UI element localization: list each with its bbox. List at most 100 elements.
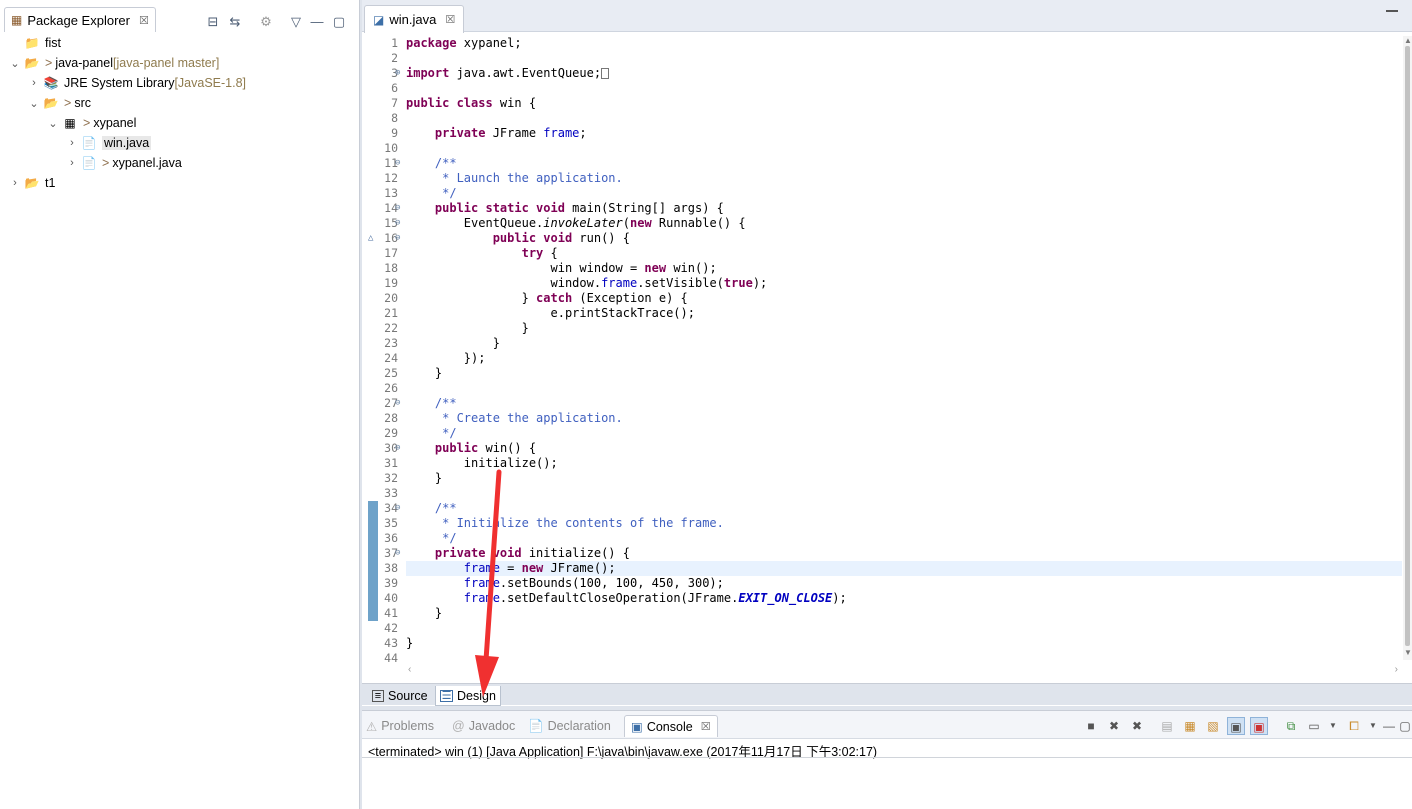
code-line[interactable]: 39 frame.setBounds(100, 100, 450, 300); [362, 576, 1402, 591]
code-line[interactable]: 14 ⊖ public static void main(String[] arg… [362, 201, 1402, 216]
maximize-icon[interactable]: ▢ [1396, 717, 1412, 735]
scroll-right-icon[interactable]: › [1395, 664, 1398, 675]
scroll-left-icon[interactable]: ‹ [408, 664, 411, 675]
code-line[interactable]: 11 ⊖ /** [362, 156, 1402, 171]
code-line[interactable]: 42 [362, 621, 1402, 636]
override-marker-icon[interactable]: △ [368, 231, 373, 246]
code-line[interactable]: 36 */ [362, 531, 1402, 546]
code-line[interactable]: 27 ⊖ /** [362, 396, 1402, 411]
horizontal-scrollbar[interactable]: ‹ › [406, 664, 1402, 678]
code-line[interactable]: 31 initialize(); [362, 456, 1402, 471]
pin-console-icon[interactable]: ⧉ [1282, 717, 1300, 735]
tree-item-win-java[interactable]: › 📄 win.java [8, 133, 358, 153]
collapse-fold-icon[interactable]: ⊖ [395, 396, 400, 411]
collapse-fold-icon[interactable]: ⊖ [395, 501, 400, 516]
tab-source[interactable]: ≡ Source [368, 686, 432, 706]
clear-console-icon[interactable]: ▤ [1158, 717, 1176, 735]
code-line[interactable]: 3 ⊕ import java.awt.EventQueue; [362, 66, 1402, 81]
code-line[interactable]: 9 private JFrame frame; [362, 126, 1402, 141]
tree-item-java-panel[interactable]: ⌄ 📂 > java-panel [java-panel master] [8, 53, 358, 73]
word-wrap-icon[interactable]: ▧ [1204, 717, 1222, 735]
tab-problems[interactable]: ⚠ Problems [366, 715, 434, 737]
tree-item-src[interactable]: ⌄ 📂 > src [8, 93, 358, 113]
tree-item-jre-system-library[interactable]: › 📚 JRE System Library [JavaSE-1.8] [8, 73, 358, 93]
tree-item-xypanel[interactable]: ⌄ ▦ > xypanel [8, 113, 358, 133]
code-line[interactable]: 12 * Launch the application. [362, 171, 1402, 186]
chevron-down-icon[interactable]: ▼ [1324, 717, 1342, 735]
code-editor[interactable]: 1 package xypanel; 2 3 ⊕ import java.awt.Even… [362, 36, 1402, 666]
show-on-stderr-icon[interactable]: ▣ [1250, 717, 1268, 735]
code-line[interactable]: 33 [362, 486, 1402, 501]
chevron-down-icon[interactable]: ⌄ [8, 57, 22, 70]
code-line[interactable]: △ 16 ⊖ public void run() { [362, 231, 1402, 246]
code-line[interactable]: 41 } [362, 606, 1402, 621]
code-line[interactable]: 22 } [362, 321, 1402, 336]
code-line[interactable]: 2 [362, 51, 1402, 66]
code-line[interactable]: 17 try { [362, 246, 1402, 261]
remove-launch-icon[interactable]: ✖ [1105, 717, 1123, 735]
code-line[interactable]: 40 frame.setDefaultCloseOperation(JFrame… [362, 591, 1402, 606]
minimize-icon[interactable] [1386, 10, 1398, 13]
tab-console[interactable]: ▣ Console ☒ [624, 715, 718, 737]
code-line[interactable]: 30 ⊖ public win() { [362, 441, 1402, 456]
maximize-icon[interactable]: ▢ [331, 14, 347, 30]
collapse-fold-icon[interactable]: ⊖ [395, 156, 400, 171]
tab-design[interactable]: ☰ Design [435, 686, 501, 706]
chevron-right-icon[interactable]: › [27, 77, 41, 89]
code-line[interactable]: 26 [362, 381, 1402, 396]
terminate-icon[interactable]: ■ [1082, 717, 1100, 735]
code-line[interactable]: 43} [362, 636, 1402, 651]
code-line[interactable]: 8 [362, 111, 1402, 126]
code-line[interactable]: 18 win window = new win(); [362, 261, 1402, 276]
code-line[interactable]: 29 */ [362, 426, 1402, 441]
display-console-icon[interactable]: ▭ [1305, 717, 1323, 735]
link-with-editor-icon[interactable]: ⇆ [227, 14, 243, 30]
code-line[interactable]: 6 [362, 81, 1402, 96]
tree-item-fist[interactable]: 📁 fist [8, 33, 358, 53]
scroll-up-icon[interactable]: ▲ [1404, 36, 1412, 45]
code-line[interactable]: 32 } [362, 471, 1402, 486]
collapse-fold-icon[interactable]: ⊖ [395, 201, 400, 216]
code-line[interactable]: 15 ⊖ EventQueue.invokeLater(new Runnable(… [362, 216, 1402, 231]
code-line[interactable]: 10 [362, 141, 1402, 156]
chevron-down-icon[interactable]: ⌄ [27, 97, 41, 110]
collapse-all-icon[interactable]: ⊟ [205, 14, 221, 30]
tree-item-t1[interactable]: › 📂 t1 [8, 173, 358, 193]
open-console-icon[interactable]: ⧠ [1345, 717, 1363, 735]
show-on-stdout-icon[interactable]: ▣ [1227, 717, 1245, 735]
code-line[interactable]: 24 }); [362, 351, 1402, 366]
code-line[interactable]: 34 ⊖ /** [362, 501, 1402, 516]
collapse-fold-icon[interactable]: ⊖ [395, 546, 400, 561]
chevron-right-icon[interactable]: › [65, 137, 79, 149]
code-line[interactable]: 1 package xypanel; [362, 36, 1402, 51]
close-icon[interactable]: ☒ [139, 14, 149, 27]
tree-item-xypanel-java[interactable]: › 📄 > xypanel.java [8, 153, 358, 173]
minimize-icon[interactable]: — [309, 14, 325, 30]
chevron-down-icon[interactable]: ⌄ [46, 117, 60, 130]
code-line[interactable]: 20 } catch (Exception e) { [362, 291, 1402, 306]
remove-all-terminated-icon[interactable]: ✖ [1128, 717, 1146, 735]
close-icon[interactable]: ☒ [701, 720, 711, 733]
filter-icon[interactable]: ⚙ [258, 14, 274, 30]
collapse-fold-icon[interactable]: ⊖ [395, 216, 400, 231]
code-line[interactable]: 28 * Create the application. [362, 411, 1402, 426]
view-menu-icon[interactable]: ▽ [288, 14, 304, 30]
scroll-down-icon[interactable]: ▼ [1404, 648, 1412, 657]
tab-javadoc[interactable]: @ Javadoc [452, 715, 515, 737]
code-line[interactable]: 23 } [362, 336, 1402, 351]
chevron-right-icon[interactable]: › [65, 157, 79, 169]
code-line[interactable]: 35 * Initialize the contents of the fram… [362, 516, 1402, 531]
expand-fold-icon[interactable]: ⊕ [395, 66, 400, 81]
package-explorer-tab[interactable]: ▦ Package Explorer ☒ [4, 7, 156, 32]
vertical-scrollbar[interactable]: ▲ ▼ [1403, 36, 1412, 660]
code-line[interactable]: 37 ⊖ private void initialize() { [362, 546, 1402, 561]
close-icon[interactable]: ☒ [445, 13, 455, 26]
code-line[interactable]: 19 window.frame.setVisible(true); [362, 276, 1402, 291]
code-line[interactable]: 13 */ [362, 186, 1402, 201]
chevron-right-icon[interactable]: › [8, 177, 22, 189]
tab-declaration[interactable]: 📄 Declaration [528, 715, 611, 737]
code-line[interactable]: 25 } [362, 366, 1402, 381]
scroll-lock-icon[interactable]: ▦ [1181, 717, 1199, 735]
code-line[interactable]: 38 frame = new JFrame(); [362, 561, 1402, 576]
collapse-fold-icon[interactable]: ⊖ [395, 231, 400, 246]
